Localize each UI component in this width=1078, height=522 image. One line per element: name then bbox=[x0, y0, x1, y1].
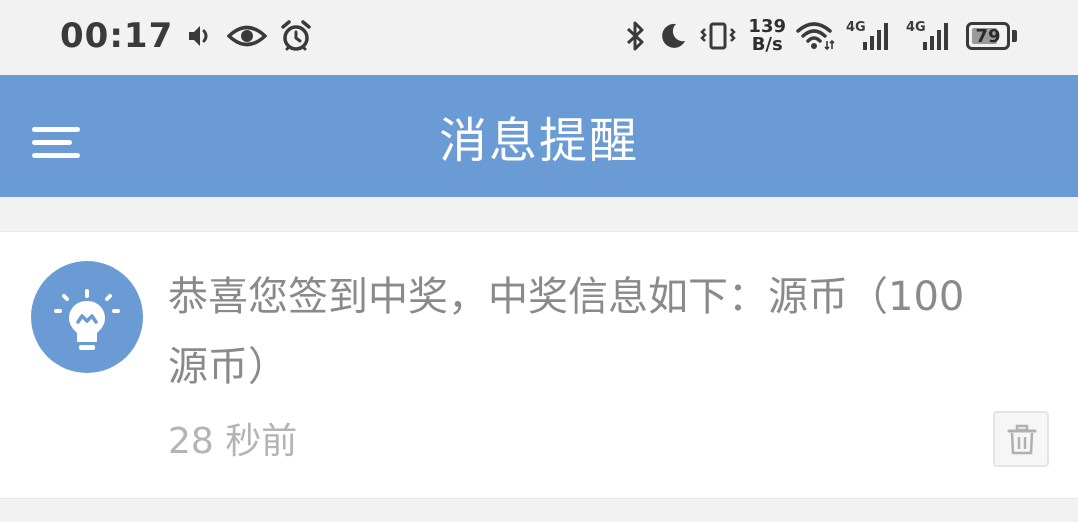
battery-body: 79 bbox=[966, 22, 1010, 50]
battery-level: 79 bbox=[975, 25, 1001, 47]
clock: 00:17 bbox=[60, 16, 174, 56]
app-bar: 消息提醒 bbox=[0, 75, 1078, 197]
message-timestamp: 28 秒前 bbox=[168, 421, 298, 462]
cellular-signal-2: 4G bbox=[906, 20, 956, 52]
trash-icon bbox=[1007, 424, 1037, 455]
notification-avatar bbox=[31, 261, 143, 373]
delete-message-button[interactable] bbox=[993, 411, 1049, 467]
message-text: 恭喜您签到中奖，中奖信息如下：源币（100源币） bbox=[168, 274, 965, 390]
signal-1-label: 4G bbox=[846, 20, 866, 35]
message-list-item[interactable]: 恭喜您签到中奖，中奖信息如下：源币（100源币） 28 秒前 bbox=[0, 231, 1078, 499]
battery-icon: 79 bbox=[966, 22, 1018, 50]
wifi-icon bbox=[796, 21, 836, 51]
vibrate-icon bbox=[698, 21, 738, 51]
bluetooth-icon bbox=[624, 20, 648, 52]
cellular-signal-1: 4G bbox=[846, 20, 896, 52]
status-bar: 00:17 139 B/s 4G 4G 79 bbox=[0, 0, 1078, 75]
lightbulb-icon bbox=[54, 289, 120, 350]
signal-2-label: 4G bbox=[906, 20, 926, 35]
eye-icon bbox=[227, 21, 268, 51]
volume-icon bbox=[185, 21, 215, 51]
status-right: 139 B/s 4G 4G 79 bbox=[624, 12, 1018, 60]
status-left: 00:17 bbox=[60, 12, 313, 60]
alarm-icon bbox=[279, 19, 313, 53]
battery-tip bbox=[1012, 30, 1017, 42]
page-title: 消息提醒 bbox=[438, 113, 639, 169]
network-speed-unit: B/s bbox=[751, 34, 783, 55]
network-speed: 139 B/s bbox=[748, 18, 786, 54]
moon-icon bbox=[658, 21, 688, 51]
